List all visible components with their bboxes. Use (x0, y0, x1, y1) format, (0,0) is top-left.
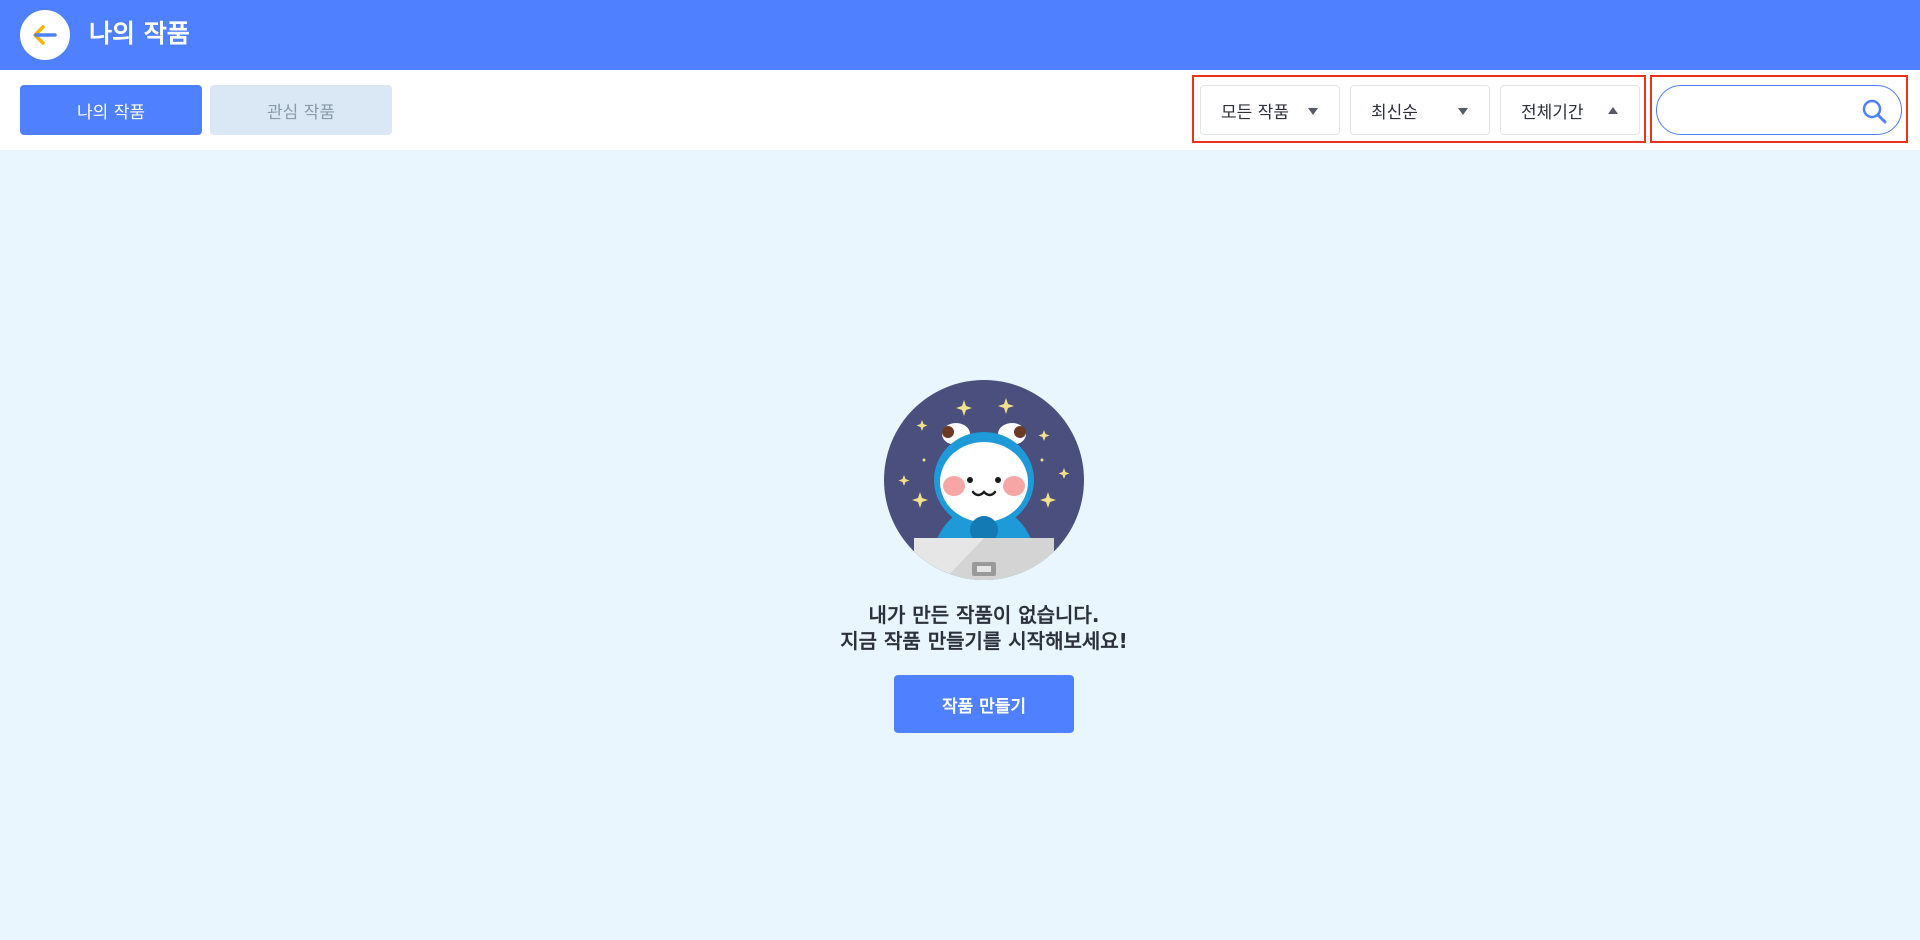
empty-state-message: 내가 만든 작품이 없습니다. 지금 작품 만들기를 시작해보세요! (760, 602, 1208, 654)
search-input[interactable] (1673, 96, 1853, 124)
period-filter-label: 전체기간 (1521, 102, 1584, 123)
search-icon[interactable] (1861, 98, 1887, 124)
tab-my-works[interactable]: 나의 작품 (20, 85, 202, 135)
back-button[interactable] (20, 10, 70, 60)
page-title: 나의 작품 (89, 19, 190, 48)
app-header: 나의 작품 (0, 0, 1920, 70)
empty-state-line-2: 지금 작품 만들기를 시작해보세요! (840, 629, 1128, 653)
caret-down-icon (1458, 108, 1468, 115)
search-group (1650, 75, 1908, 143)
toolbar: 나의 작품 관심 작품 모든 작품 최신순 전체기간 (0, 70, 1920, 150)
caret-down-icon (1308, 108, 1318, 115)
create-work-button[interactable]: 작품 만들기 (894, 675, 1074, 733)
sort-filter-label: 최신순 (1371, 102, 1418, 123)
arrow-left-icon (33, 25, 57, 45)
filter-group: 모든 작품 최신순 전체기간 (1192, 75, 1646, 143)
empty-state-mascot-illustration (884, 380, 1084, 580)
sort-filter-dropdown[interactable]: 최신순 (1350, 85, 1490, 135)
search-box (1656, 85, 1902, 135)
main-content: 내가 만든 작품이 없습니다. 지금 작품 만들기를 시작해보세요! 작품 만들… (0, 150, 1920, 940)
category-filter-dropdown[interactable]: 모든 작품 (1200, 85, 1340, 135)
period-filter-dropdown[interactable]: 전체기간 (1500, 85, 1640, 135)
category-filter-label: 모든 작품 (1221, 102, 1289, 123)
tab-favorite-works[interactable]: 관심 작품 (210, 85, 392, 135)
caret-up-icon (1608, 107, 1618, 114)
empty-state-line-1: 내가 만든 작품이 없습니다. (868, 603, 1100, 627)
